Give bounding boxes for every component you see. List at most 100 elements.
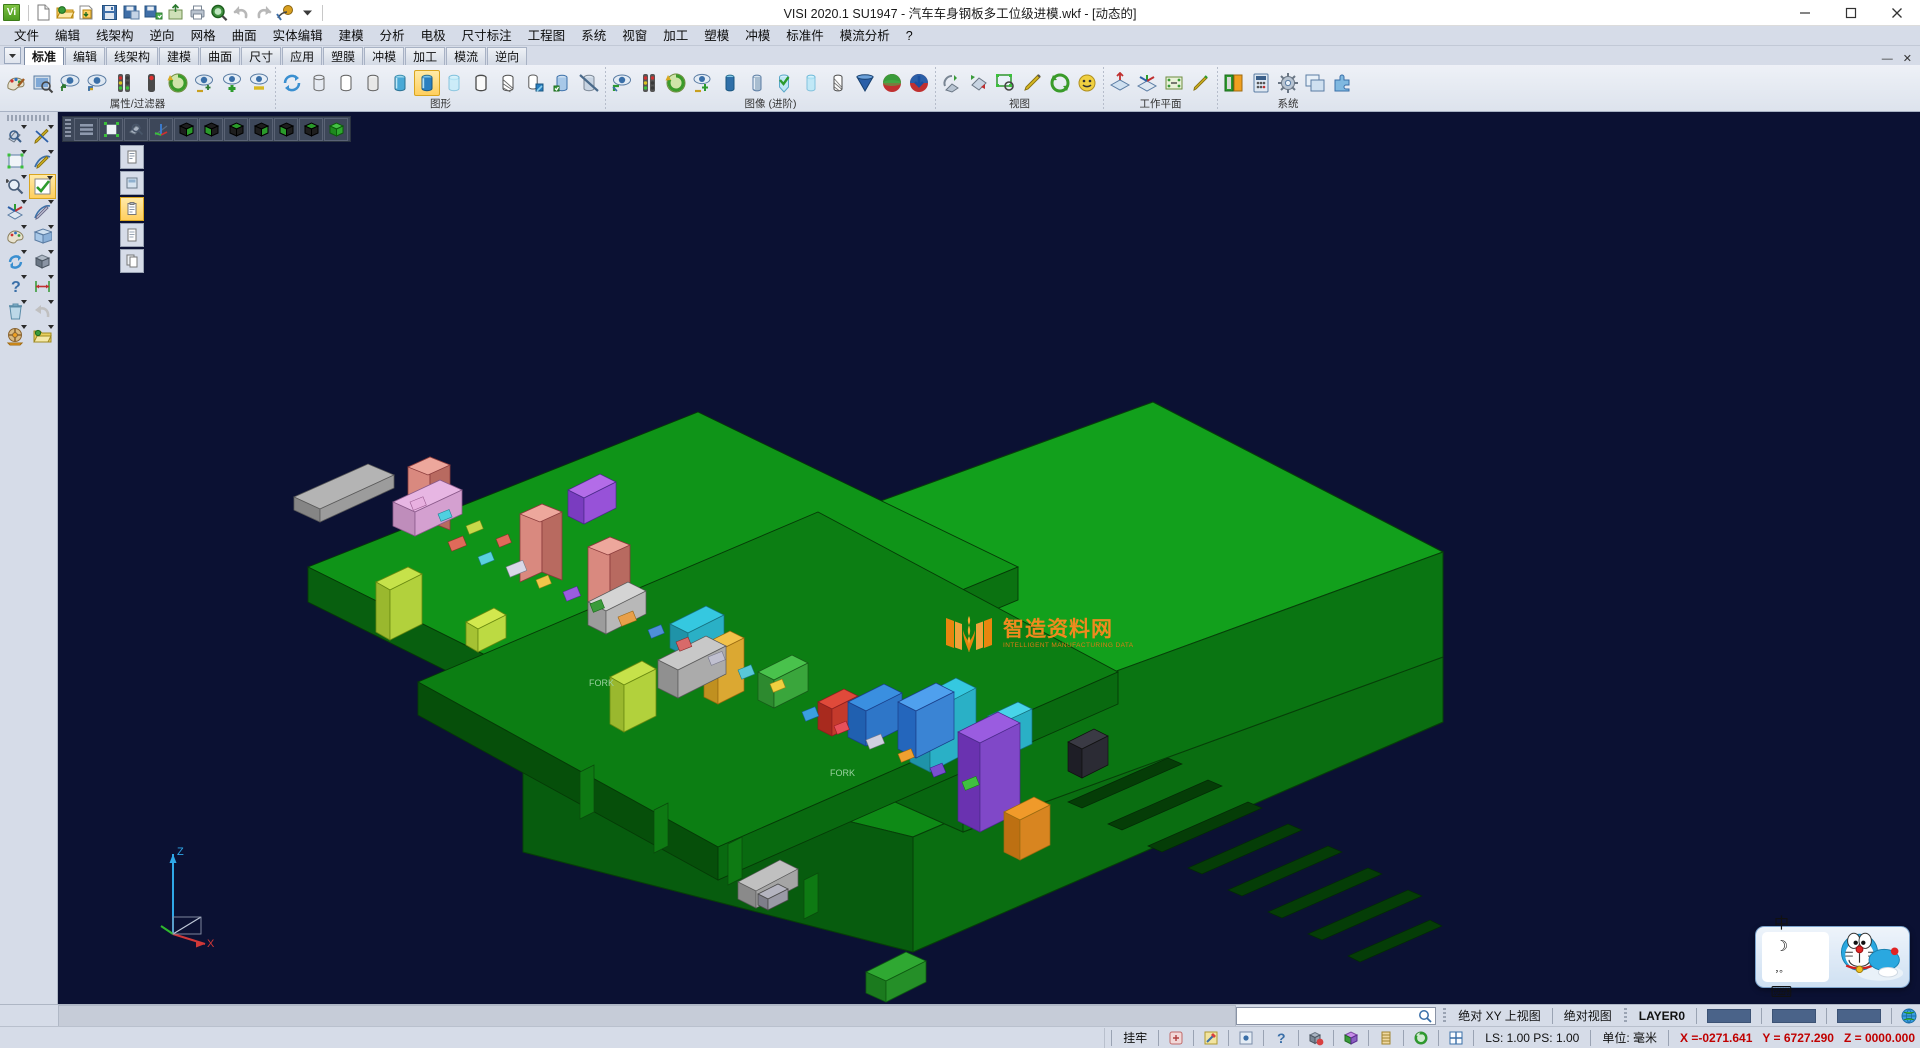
tab-modeling[interactable]: 建模 <box>159 47 199 65</box>
color-swatch-3[interactable] <box>1837 1009 1881 1023</box>
view-front-icon[interactable] <box>199 118 223 141</box>
workplane-origin-icon[interactable] <box>1188 70 1214 96</box>
axis-triad-icon[interactable] <box>149 118 173 141</box>
shade-smooth-icon[interactable] <box>387 70 413 96</box>
shade-dynamic-icon[interactable] <box>522 70 548 96</box>
view-top-icon[interactable] <box>224 118 248 141</box>
minimize-button[interactable] <box>1782 0 1828 26</box>
cad-scene[interactable]: FORK FORK <box>58 112 1920 1004</box>
zoom-lens-icon[interactable] <box>124 118 148 141</box>
ime-punctuation-toggle[interactable]: ，。 <box>1765 957 1798 980</box>
check-green-icon[interactable] <box>29 174 56 199</box>
ime-keyboard-icon[interactable]: ⌨ <box>1765 980 1798 1003</box>
new-file-icon[interactable] <box>33 2 54 23</box>
help-question-icon[interactable]: ? <box>1270 1028 1292 1048</box>
panel-layers-icon[interactable] <box>120 171 144 195</box>
magic-wand-icon[interactable] <box>1200 1028 1222 1048</box>
transparent-solid-icon[interactable] <box>798 70 824 96</box>
attribute-palette-icon[interactable] <box>3 70 29 96</box>
shade-outline-icon[interactable] <box>468 70 494 96</box>
menu-item-electrode[interactable]: 电极 <box>413 26 454 46</box>
sphere-split-icon[interactable] <box>879 70 905 96</box>
ime-moon-icon[interactable]: ☽ <box>1765 934 1798 957</box>
menu-item-press-die[interactable]: 冲模 <box>737 26 778 46</box>
snap-solid-icon[interactable] <box>1305 1028 1327 1048</box>
tab-machining[interactable]: 加工 <box>405 47 445 65</box>
search-input[interactable] <box>1236 1007 1436 1025</box>
color-palette-icon[interactable] <box>1221 70 1247 96</box>
toolbar-grip[interactable] <box>7 115 51 121</box>
menu-item-reverse[interactable]: 逆向 <box>142 26 183 46</box>
import-icon[interactable] <box>77 2 98 23</box>
ime-mode-chinese[interactable]: 中 <box>1765 911 1798 934</box>
remove-minus-icon[interactable] <box>246 70 272 96</box>
menu-item-file[interactable]: 文件 <box>6 26 47 46</box>
toggle-visibility-icon[interactable] <box>192 70 218 96</box>
menu-item-surface[interactable]: 曲面 <box>224 26 265 46</box>
toggle-show-hide-icon[interactable] <box>690 70 716 96</box>
tab-edit[interactable]: 编辑 <box>65 47 105 65</box>
ribbon-dropdown-icon[interactable] <box>4 47 21 64</box>
shade-solid-icon[interactable] <box>414 70 440 96</box>
view-right-icon[interactable] <box>249 118 273 141</box>
refresh-cycle-icon[interactable] <box>1047 70 1073 96</box>
menu-item-modeling[interactable]: 建模 <box>331 26 372 46</box>
customize-dropdown-icon[interactable] <box>297 2 318 23</box>
smiley-icon[interactable] <box>1074 70 1100 96</box>
refresh-blue-icon[interactable] <box>2 249 29 274</box>
menu-item-mesh[interactable]: 网格 <box>183 26 224 46</box>
panel-copy-icon[interactable] <box>120 249 144 273</box>
menu-item-moldflow[interactable]: 模流分析 <box>832 26 898 46</box>
toolbar-grip[interactable] <box>65 119 71 139</box>
menu-item-dimension[interactable]: 尺寸标注 <box>454 26 520 46</box>
measure-pen-icon[interactable] <box>1020 70 1046 96</box>
menu-item-wireframe[interactable]: 线架构 <box>88 26 142 46</box>
menu-item-window[interactable]: 视窗 <box>614 26 655 46</box>
refresh-view-icon[interactable] <box>663 70 689 96</box>
absolute-view-label[interactable]: 绝对视图 <box>1559 1007 1617 1024</box>
print-preview-icon[interactable] <box>187 2 208 23</box>
axis-move-icon[interactable] <box>2 199 29 224</box>
menu-item-system[interactable]: 系统 <box>573 26 614 46</box>
menu-item-standard-parts[interactable]: 标准件 <box>778 26 832 46</box>
shade-flat-icon[interactable] <box>360 70 386 96</box>
zoom-analysis-icon[interactable] <box>2 124 29 149</box>
cylinder-blue-icon[interactable] <box>717 70 743 96</box>
undo-icon[interactable] <box>231 2 252 23</box>
zoom-in-plus-icon[interactable] <box>2 174 29 199</box>
rotate-icon[interactable] <box>1410 1028 1432 1048</box>
tab-reverse[interactable]: 逆向 <box>487 47 527 65</box>
modify-curve-icon[interactable] <box>29 199 56 224</box>
bounding-box-icon[interactable] <box>2 149 29 174</box>
grid-plane-icon[interactable] <box>29 224 56 249</box>
settings-gear-icon[interactable] <box>1275 70 1301 96</box>
fit-window-icon[interactable] <box>99 118 123 141</box>
tab-press-die[interactable]: 冲模 <box>364 47 404 65</box>
save-as-icon[interactable] <box>121 2 142 23</box>
child-minimize-button[interactable]: — <box>1882 53 1893 65</box>
panel-notes-icon[interactable] <box>120 223 144 247</box>
workplane-rotate-icon[interactable] <box>1161 70 1187 96</box>
plugin-icon[interactable] <box>1329 70 1355 96</box>
add-plus-icon[interactable] <box>219 70 245 96</box>
show-entity-icon[interactable] <box>57 70 83 96</box>
shade-hidden-icon[interactable] <box>333 70 359 96</box>
view-mode-label[interactable]: 绝对 XY 上视图 <box>1453 1007 1545 1024</box>
shade-edges-icon[interactable] <box>549 70 575 96</box>
snap-grid-icon[interactable] <box>1165 1028 1187 1048</box>
snap-label[interactable]: 挂牢 <box>1118 1029 1152 1046</box>
traffic-status-icon[interactable] <box>636 70 662 96</box>
cylinder-grey-icon[interactable] <box>744 70 770 96</box>
snap-point-icon[interactable] <box>1235 1028 1257 1048</box>
color-palette-icon[interactable] <box>2 224 29 249</box>
window-cascade-icon[interactable] <box>1302 70 1328 96</box>
mesh-solid-icon[interactable] <box>825 70 851 96</box>
edit-pencil-icon[interactable] <box>29 124 56 149</box>
menu-item-mold[interactable]: 塑模 <box>696 26 737 46</box>
view-shaded-icon[interactable] <box>324 118 348 141</box>
options-icon[interactable] <box>275 2 296 23</box>
tab-surface[interactable]: 曲面 <box>200 47 240 65</box>
workplane-axis-icon[interactable] <box>1134 70 1160 96</box>
open-folder-icon[interactable] <box>55 2 76 23</box>
menu-item-solid-edit[interactable]: 实体编辑 <box>265 26 331 46</box>
